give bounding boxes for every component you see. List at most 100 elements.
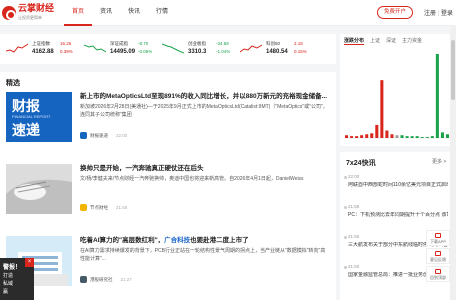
- title-highlight[interactable]: 广合科技: [164, 237, 190, 244]
- login-link[interactable]: 登录: [441, 11, 453, 17]
- article-thumbnail[interactable]: [6, 164, 72, 214]
- tab-distribution[interactable]: 涨跌分布: [344, 37, 365, 45]
- distribution-bar: [375, 124, 379, 138]
- title-part: 吃着AI算力的"高层数红利"，: [80, 237, 165, 244]
- tab-shenzhen[interactable]: 深证: [386, 37, 396, 45]
- article-source: 财报速递 22:00: [80, 132, 127, 139]
- feedback-button[interactable]: 意见反馈: [426, 248, 450, 264]
- promo-line: 私域: [3, 281, 14, 287]
- download-app-button[interactable]: 下载APP: [426, 230, 450, 246]
- car-headlight-image: [6, 164, 72, 214]
- distribution-panel: 涨跌分布 上证 深证 主力资金: [340, 34, 452, 146]
- ticker-pct: -1.04%: [216, 49, 231, 54]
- article-card[interactable]: 财报 FINANCIAL REPORT 速递 新上市的MetaOpticsLtd…: [6, 92, 330, 146]
- sparkline: [162, 43, 184, 54]
- tool-label: 回到顶部: [430, 275, 446, 280]
- ticker-pct: 0.15%: [294, 49, 307, 54]
- distribution-bar: [410, 136, 414, 138]
- thumb-sub: FINANCIAL REPORT: [12, 114, 51, 119]
- article-title[interactable]: 换帅只是开始，一汽奔驰真正硬仗还在后头: [80, 164, 330, 173]
- flash-item[interactable]: 21:59 PC：下机预测比去年同期提升十个百分点 该司内...: [344, 204, 448, 219]
- promo-line: 打造: [3, 273, 14, 279]
- distribution-bar: [355, 136, 359, 138]
- article-summary: 在AI算力需求持续爆发的背景下，PCB行业正站在一轮结构性景气周期的拐点上，当产…: [80, 248, 326, 262]
- promo-banner[interactable]: × 警报！ 打造 私域 赢: [0, 258, 34, 300]
- nav-news[interactable]: 资讯: [92, 0, 120, 26]
- distribution-bar: [420, 137, 424, 138]
- flash-time: 21:59: [348, 204, 360, 209]
- article-time: 22:00: [116, 133, 128, 138]
- tab-shanghai[interactable]: 上证: [370, 37, 380, 45]
- flash-more-link[interactable]: 更多 >: [432, 158, 446, 165]
- logo-name: 云掌财经: [18, 3, 55, 13]
- thumb-line2: 速递: [12, 122, 40, 138]
- article-source: 港股研究社 21:27: [80, 276, 132, 283]
- distribution-bar: [385, 130, 389, 138]
- article-thumbnail[interactable]: 财报 FINANCIAL REPORT 速递: [6, 92, 72, 142]
- register-link[interactable]: 注册: [424, 11, 436, 17]
- flash-text: 阿联酋中西部蛇时间110余亿美元项目正式启动: [348, 182, 448, 188]
- distribution-bar: [395, 135, 399, 138]
- article-card[interactable]: 吃着AI算力的"高层数红利"，广合科技也要赴港二度上市了 在AI算力需求持续爆发…: [6, 236, 330, 290]
- source-name: 港股研究社: [90, 276, 113, 282]
- arrow-up-icon: [435, 269, 441, 274]
- distribution-bar: [415, 136, 419, 138]
- title-part: 至现891%的收入同比增长，并以880万新元的充裕现金储备...: [151, 93, 328, 100]
- ticker-item[interactable]: 上证指数 4162.88 16.25 0.39%: [6, 37, 86, 61]
- logo-icon: [2, 6, 16, 20]
- nav-market[interactable]: 行情: [148, 0, 176, 26]
- ticker-value: 14495.09: [110, 49, 136, 55]
- site-logo[interactable]: 云掌财经 让投资更简单: [2, 4, 54, 22]
- source-icon: [80, 132, 87, 139]
- nav-flash[interactable]: 快讯: [120, 0, 148, 26]
- sparkline: [84, 44, 106, 53]
- timeline-dot: [344, 266, 347, 269]
- article-summary: 新加坡2026年2月28日(美通社)—于2025年9月正式上市的MetaOpti…: [80, 104, 328, 118]
- ticker-change: -8.70: [138, 41, 149, 46]
- nav-home[interactable]: 首页: [64, 0, 93, 26]
- open-account-button[interactable]: 免费开户: [377, 6, 413, 19]
- distribution-bar: [430, 136, 434, 138]
- distribution-bar: [445, 134, 449, 138]
- distribution-bar: [390, 134, 394, 138]
- distribution-bar: [400, 135, 404, 138]
- ticker-item[interactable]: 深证成指 14495.09 -8.70 -0.06%: [84, 37, 164, 61]
- article-card[interactable]: 换帅只是开始，一汽奔驰真正硬仗还在后头 文/杨/李健夫来/节点财经一汽奔驰换帅，…: [6, 164, 330, 218]
- title-part: 新上市的MetaOpticsLtd: [80, 93, 152, 100]
- article-title[interactable]: 吃着AI算力的"高层数红利"，广合科技也要赴港二度上市了: [80, 236, 330, 245]
- flash-text: PC：下机预测比去年同期提升十个百分点 该司内...: [348, 212, 448, 218]
- ticker-item[interactable]: 科创50 1480.54 2.18 0.15%: [240, 37, 320, 61]
- scrollbar[interactable]: [450, 26, 456, 300]
- flash-item[interactable]: 22:00 阿联酋中西部蛇时间110余亿美元项目正式启动: [344, 174, 448, 189]
- ticker-pct: 0.39%: [60, 49, 73, 54]
- ticker-name: 创业板指: [188, 41, 206, 46]
- close-icon[interactable]: ×: [25, 258, 34, 267]
- back-to-top-button[interactable]: 回到顶部: [426, 266, 450, 282]
- feed-title: 精选: [6, 80, 20, 87]
- scrollbar-thumb[interactable]: [451, 40, 455, 100]
- ticker-value: 4162.88: [32, 49, 54, 55]
- source-icon: [80, 204, 87, 211]
- distribution-bar: [360, 135, 364, 138]
- ticker-change: 2.18: [294, 41, 303, 46]
- thumb-line1: 财报: [12, 98, 40, 114]
- ticker-value: 3310.3: [188, 49, 207, 55]
- article-summary: 文/杨/李健夫来/节点财经一汽奔驰换帅，奥迪中国也将迎来新高管。自2026年4月…: [80, 176, 304, 182]
- distribution-bar: [405, 136, 409, 138]
- distribution-bar: [440, 132, 444, 138]
- timeline-dot: [344, 176, 347, 179]
- promo-text: 打造 私域 赢: [3, 272, 13, 296]
- ticker-item[interactable]: 创业板指 3310.3 -34.68 -1.04%: [162, 37, 242, 61]
- tab-main-funds[interactable]: 主力资金: [402, 37, 422, 45]
- distribution-bar: [380, 80, 384, 138]
- top-bar: 云掌财经 让投资更简单 首页 资讯 快讯 行情 免费开户 注册 | 登录: [0, 0, 456, 26]
- ticker-pct: -0.06%: [138, 49, 153, 54]
- distribution-bar: [370, 133, 374, 138]
- distribution-bar: [350, 136, 354, 138]
- promo-title: 警报！: [3, 265, 22, 271]
- title-part: 也要赴港二度上市了: [190, 237, 249, 244]
- article-title[interactable]: 新上市的MetaOpticsLtd至现891%的收入同比增长，并以880万新元的…: [80, 92, 330, 101]
- ticker-name: 深证成指: [110, 41, 128, 46]
- ticker-name: 上证指数: [32, 41, 50, 46]
- source-name: 节点财经: [90, 204, 108, 210]
